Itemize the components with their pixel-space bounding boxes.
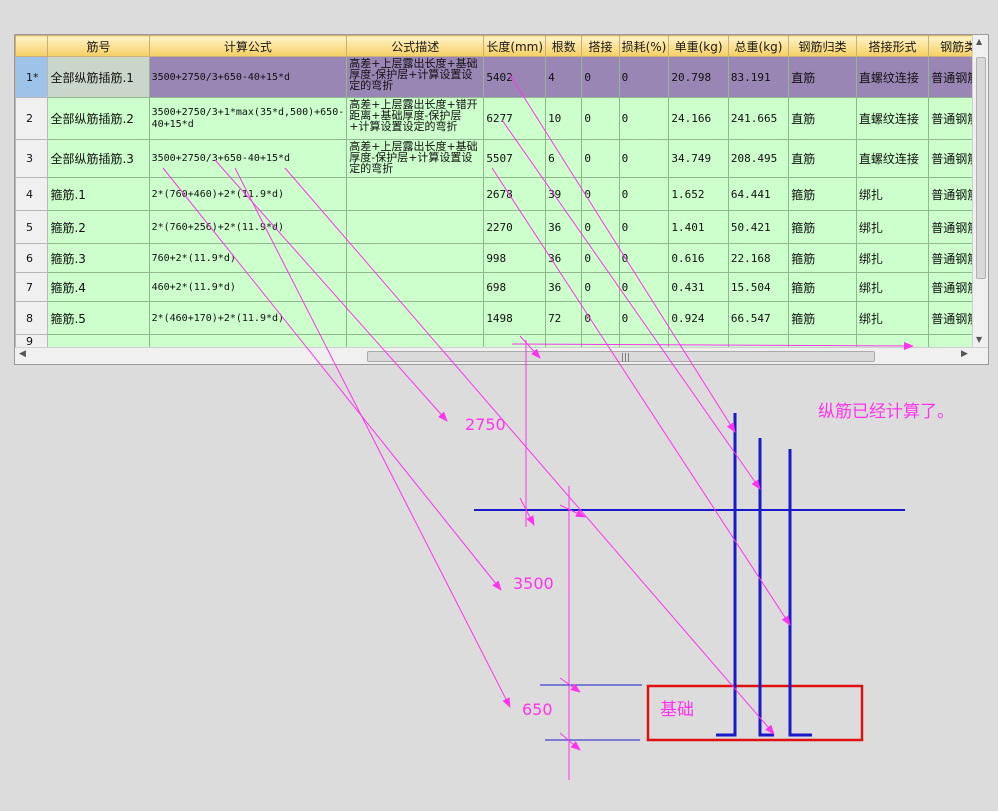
dimension-tick-arrow-2	[559, 732, 581, 751]
arrow-short-down	[519, 335, 541, 359]
arrow-length-1	[509, 74, 736, 433]
note-text: 纵筋已经计算了。	[818, 402, 954, 422]
arrow-formula-bend	[284, 167, 775, 735]
rebar-line-2	[758, 438, 774, 737]
markup-overlay: 基础 2750 3500 650 纵筋已经计算了。	[162, 74, 954, 780]
rebar-line-3	[788, 449, 812, 737]
arrow-length-3	[491, 167, 791, 626]
arrow-formula-650	[234, 167, 511, 708]
arrow-length-2	[501, 119, 761, 490]
foundation-label: 基础	[660, 700, 694, 720]
arrow-long-horizontal	[511, 341, 914, 350]
arrow-formula-2750	[214, 159, 448, 422]
dimension-tick-arrow-3	[519, 497, 535, 526]
arrow-formula-3500	[162, 167, 502, 591]
dimension-label-2750: 2750	[465, 415, 506, 434]
dimension-label-3500: 3500	[513, 574, 554, 593]
dimension-label-650: 650	[522, 700, 553, 719]
